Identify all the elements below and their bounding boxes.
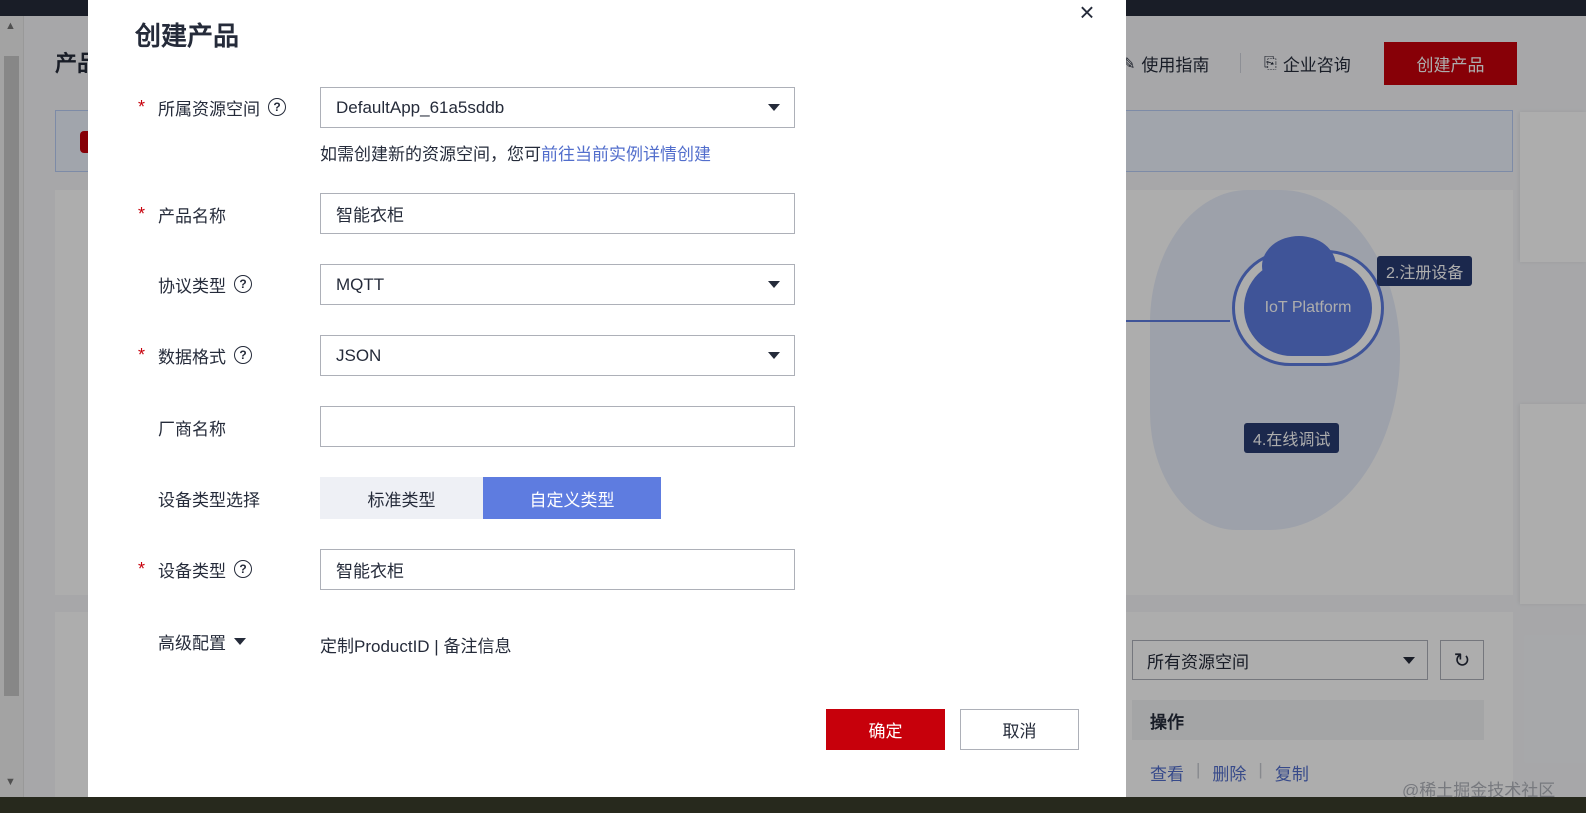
confirm-button[interactable]: 确定: [826, 709, 945, 750]
data-format-label: 数据格式 ?: [158, 343, 252, 367]
resource-space-hint: 如需创建新的资源空间，您可前往当前实例详情创建: [320, 140, 711, 165]
close-icon[interactable]: ×: [1074, 0, 1100, 26]
standard-type-option[interactable]: 标准类型: [320, 477, 483, 519]
required-mark: *: [138, 558, 146, 579]
create-product-dialog: 创建产品 × * 所属资源空间 ? DefaultApp_61a5sddb 如需…: [88, 0, 1126, 797]
device-type-label-text: 设备类型: [158, 561, 226, 581]
custom-type-option[interactable]: 自定义类型: [483, 477, 661, 519]
help-icon[interactable]: ?: [268, 98, 286, 116]
protocol-select[interactable]: MQTT: [320, 264, 795, 305]
product-name-input[interactable]: 智能衣柜: [320, 193, 795, 234]
resource-space-label: 所属资源空间 ?: [158, 95, 286, 119]
vendor-label: 厂商名称: [158, 419, 226, 439]
resource-space-select[interactable]: DefaultApp_61a5sddb: [320, 87, 795, 128]
device-type-select-label: 设备类型选择: [158, 490, 260, 510]
resource-space-value: DefaultApp_61a5sddb: [336, 97, 505, 117]
protocol-label: 协议类型 ?: [158, 272, 252, 296]
protocol-value: MQTT: [336, 274, 385, 294]
data-format-select[interactable]: JSON: [320, 335, 795, 376]
hint-text: 如需创建新的资源空间，您可: [320, 145, 541, 164]
advanced-config-toggle[interactable]: 高级配置: [158, 629, 246, 653]
caret-down-icon: [234, 637, 246, 645]
help-icon[interactable]: ?: [234, 346, 252, 364]
help-icon[interactable]: ?: [234, 560, 252, 578]
create-resource-space-link[interactable]: 前往当前实例详情创建: [541, 145, 711, 164]
device-type-input[interactable]: 智能衣柜: [320, 549, 795, 590]
device-type-value: 智能衣柜: [336, 562, 404, 581]
product-name-value: 智能衣柜: [336, 206, 404, 225]
data-format-label-text: 数据格式: [158, 347, 226, 367]
vendor-input[interactable]: [320, 406, 795, 447]
required-mark: *: [138, 203, 146, 224]
chevron-down-icon: [768, 281, 780, 288]
cancel-button[interactable]: 取消: [960, 709, 1079, 750]
data-format-value: JSON: [336, 345, 382, 365]
required-mark: *: [138, 96, 146, 117]
advanced-config-label: 高级配置: [158, 633, 226, 653]
dialog-title: 创建产品: [135, 21, 240, 51]
resource-space-label-text: 所属资源空间: [158, 99, 260, 119]
device-type-label: 设备类型 ?: [158, 557, 252, 581]
advanced-config-summary: 定制ProductID | 备注信息: [320, 637, 512, 656]
chevron-down-icon: [768, 104, 780, 111]
product-name-label: 产品名称: [158, 206, 226, 226]
required-mark: *: [138, 344, 146, 365]
chevron-down-icon: [768, 352, 780, 359]
protocol-label-text: 协议类型: [158, 276, 226, 296]
help-icon[interactable]: ?: [234, 275, 252, 293]
